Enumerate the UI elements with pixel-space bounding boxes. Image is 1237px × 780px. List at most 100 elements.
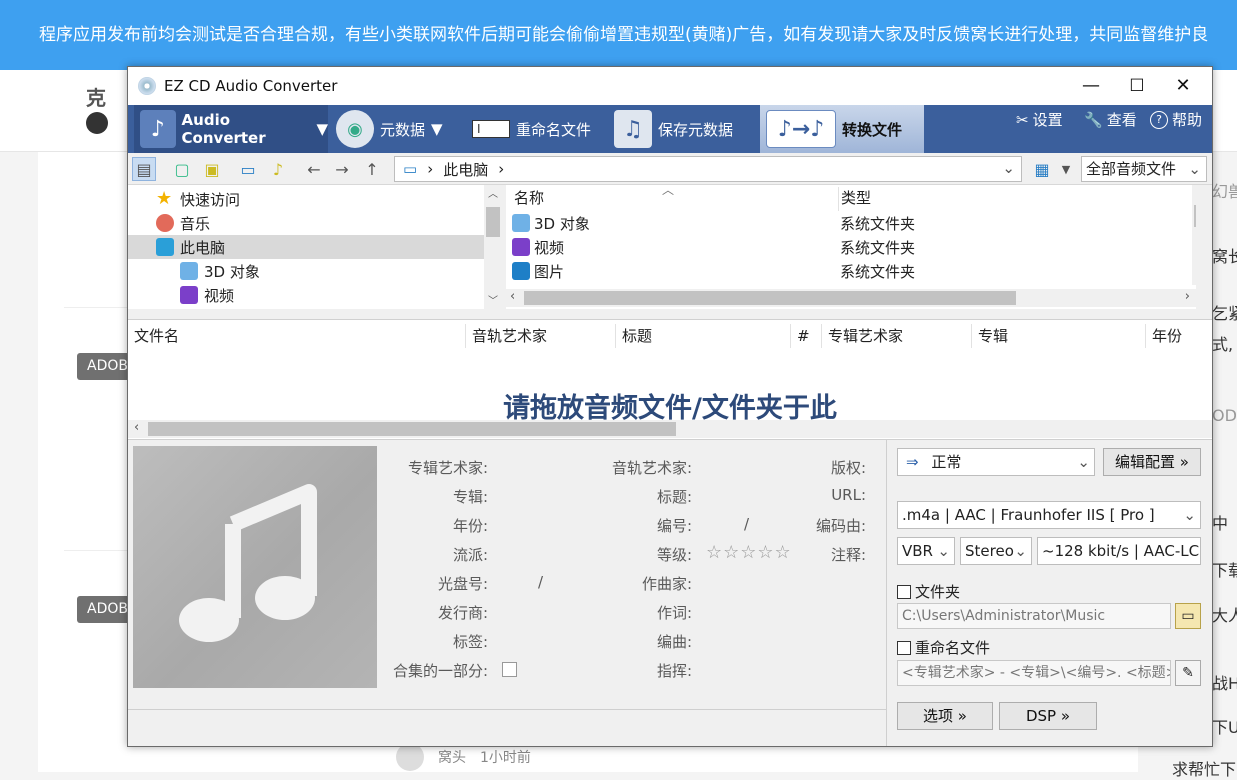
sidebar-snippet[interactable]: 下U bbox=[1212, 714, 1237, 738]
sidebar-snippet[interactable]: 式, bbox=[1212, 331, 1237, 355]
help-icon: ? bbox=[1150, 110, 1168, 129]
file-row[interactable]: 3D 对象 系统文件夹 bbox=[506, 211, 1196, 235]
maximize-button[interactable]: ☐ bbox=[1114, 67, 1160, 105]
back-arrow-icon[interactable]: ← bbox=[302, 157, 326, 181]
forward-arrow-icon[interactable]: → bbox=[330, 157, 354, 181]
minimize-button[interactable]: — bbox=[1068, 67, 1114, 105]
track-list-hscrollbar[interactable]: ‹ bbox=[128, 420, 1212, 438]
col-header-filename[interactable]: 文件名 bbox=[128, 324, 466, 348]
sidebar-snippet[interactable]: 求帮忙下 bbox=[1172, 756, 1237, 780]
tools-icon: ✂ bbox=[1016, 110, 1029, 129]
chevron-down-icon[interactable]: ⌄ bbox=[1002, 159, 1015, 177]
col-header-type[interactable]: 类型 bbox=[838, 187, 1088, 211]
col-header-name[interactable]: 名称 bbox=[514, 187, 544, 211]
sidebar-snippet[interactable]: 大人 bbox=[1212, 602, 1237, 626]
file-list-vscrollbar[interactable] bbox=[1192, 185, 1196, 285]
tree-item-music[interactable]: 音乐 bbox=[128, 211, 484, 235]
view-button[interactable]: 🔧 查看 bbox=[1084, 109, 1137, 130]
col-header-track-artist[interactable]: 音轨艺术家 bbox=[466, 324, 616, 348]
label-year: 年份: bbox=[452, 517, 488, 535]
bitrate-select[interactable]: ~128 kbit/s | AAC-LC | CBR bbox=[1037, 537, 1201, 565]
metadata-menu[interactable]: ◉ 元数据 ▼ bbox=[336, 105, 443, 153]
status-bar bbox=[128, 709, 886, 746]
up-arrow-icon[interactable]: ↑ bbox=[360, 157, 384, 181]
convert-files-button[interactable]: ♪→♪ 转换文件 bbox=[760, 105, 924, 153]
rename-files-button[interactable]: I 重命名文件 bbox=[472, 105, 591, 153]
chevron-left-icon[interactable]: ‹ bbox=[134, 420, 139, 435]
channels-select[interactable]: Stereo ⌄ bbox=[960, 537, 1032, 565]
avatar[interactable] bbox=[396, 743, 424, 771]
tree-item-3d-objects[interactable]: 3D 对象 bbox=[128, 259, 484, 283]
checkbox-box[interactable] bbox=[897, 640, 911, 655]
chevron-left-icon[interactable]: ‹ bbox=[510, 289, 515, 304]
edit-pattern-icon[interactable]: ✎ bbox=[1175, 660, 1201, 686]
title-bar[interactable]: EZ CD Audio Converter — ☐ ✕ bbox=[128, 67, 1212, 105]
compilation-checkbox[interactable] bbox=[502, 662, 517, 677]
dsp-button[interactable]: DSP » bbox=[999, 702, 1097, 730]
col-header-year[interactable]: 年份 bbox=[1146, 324, 1212, 348]
sidebar-snippet[interactable]: 乞紧 bbox=[1212, 300, 1237, 324]
rating-stars[interactable]: ☆☆☆☆☆ bbox=[706, 542, 792, 563]
checkbox-box[interactable] bbox=[897, 584, 911, 599]
help-button[interactable]: ? 帮助 bbox=[1150, 109, 1202, 130]
convert-files-label: 转换文件 bbox=[842, 120, 903, 139]
save-metadata-button[interactable]: ♫ 保存元数据 bbox=[614, 105, 733, 153]
file-name: 图片 bbox=[534, 262, 565, 281]
col-header-track-number[interactable]: # bbox=[791, 324, 822, 348]
file-type-filter[interactable]: 全部音频文件 ⌄ bbox=[1081, 156, 1207, 182]
add-files-icon[interactable]: ▢ bbox=[170, 157, 194, 181]
browse-folder-icon[interactable]: ▭ bbox=[1175, 603, 1201, 629]
add-folder-icon[interactable]: ▣ bbox=[200, 157, 224, 181]
tree-item-this-pc[interactable]: 此电脑 bbox=[128, 235, 484, 259]
scrollbar-thumb[interactable] bbox=[486, 207, 500, 237]
sidebar-snippet[interactable]: 战H bbox=[1212, 670, 1237, 694]
post-meta: 窝头 1小时前 bbox=[396, 743, 531, 771]
audio-converter-menu[interactable]: ♪ Audio Converter ▼ bbox=[134, 105, 328, 153]
settings-button[interactable]: ✂ 设置 bbox=[1016, 109, 1063, 130]
format-select[interactable]: .m4a | AAC | Fraunhofer IIS [ Pro ] ⌄ bbox=[897, 501, 1201, 529]
chevron-down-icon[interactable]: ﹀ bbox=[484, 292, 502, 307]
chevron-right-icon[interactable]: › bbox=[1185, 289, 1190, 304]
view-mode-icon[interactable]: ▦ bbox=[1030, 157, 1054, 181]
output-folder-path[interactable]: C:\Users\Administrator\Music bbox=[897, 603, 1171, 629]
rename-files-checkbox[interactable]: 重命名文件 bbox=[897, 637, 990, 658]
col-header-album-artist[interactable]: 专辑艺术家 bbox=[822, 324, 972, 348]
file-row[interactable]: 图片 系统文件夹 bbox=[506, 259, 1196, 283]
file-row[interactable]: 视频 系统文件夹 bbox=[506, 235, 1196, 259]
scrollbar-thumb[interactable] bbox=[1194, 205, 1196, 227]
post-author[interactable]: 窝头 bbox=[438, 747, 466, 767]
dropdown-arrow-icon[interactable]: ▼ bbox=[1054, 157, 1078, 181]
text-cursor-icon: I bbox=[472, 120, 510, 138]
music-folder-icon[interactable]: ♪ bbox=[266, 157, 290, 181]
profile-select[interactable]: ⇒ 正常 ⌄ bbox=[897, 448, 1095, 476]
scrollbar-thumb[interactable] bbox=[148, 422, 676, 436]
sidebar-snippet[interactable]: 下载 bbox=[1212, 557, 1237, 581]
computer-icon[interactable]: ▭ bbox=[236, 157, 260, 181]
scrollbar-thumb[interactable] bbox=[524, 291, 1016, 305]
file-type: 系统文件夹 bbox=[840, 238, 916, 257]
track-list[interactable]: 文件名 音轨艺术家 标题 # 专辑艺术家 专辑 年份 请拖放音频文件/文件夹于此… bbox=[128, 319, 1212, 439]
album-cover[interactable] bbox=[133, 446, 377, 688]
tree-item-videos[interactable]: 视频 bbox=[128, 283, 484, 307]
output-folder-checkbox[interactable]: 文件夹 bbox=[897, 581, 960, 602]
close-button[interactable]: ✕ bbox=[1160, 67, 1206, 105]
rename-pattern-field[interactable]: <专辑艺术家> - <专辑>\<编号>. <标题> bbox=[897, 660, 1171, 686]
edit-profile-button[interactable]: 编辑配置 » bbox=[1103, 448, 1201, 476]
sidebar-snippet[interactable]: 幻兽 bbox=[1212, 178, 1237, 202]
address-bar[interactable]: ▭ › 此电脑 › ⌄ bbox=[394, 156, 1022, 182]
sidebar-snippet[interactable]: ODI bbox=[1212, 406, 1237, 425]
dropdown-arrow-icon: ▼ bbox=[431, 120, 443, 138]
app-cd-icon bbox=[138, 77, 156, 95]
sidebar-snippet[interactable]: 中 bbox=[1212, 510, 1237, 534]
tree-item-quick-access[interactable]: ★ 快速访问 bbox=[128, 187, 484, 211]
site-logo[interactable]: 克 bbox=[86, 82, 106, 111]
tree-scrollbar[interactable]: ︿ ﹀ bbox=[484, 185, 502, 309]
folder-view-icon[interactable]: ▤ bbox=[132, 157, 156, 181]
col-header-album[interactable]: 专辑 bbox=[972, 324, 1146, 348]
options-button[interactable]: 选项 » bbox=[897, 702, 993, 730]
sidebar-snippet[interactable]: 窝长 bbox=[1212, 243, 1237, 267]
chevron-up-icon[interactable]: ︿ bbox=[484, 185, 502, 200]
bitrate-mode-select[interactable]: VBR ⌄ bbox=[897, 537, 955, 565]
file-list-hscrollbar[interactable]: ‹ › bbox=[506, 289, 1196, 307]
col-header-title[interactable]: 标题 bbox=[616, 324, 791, 348]
